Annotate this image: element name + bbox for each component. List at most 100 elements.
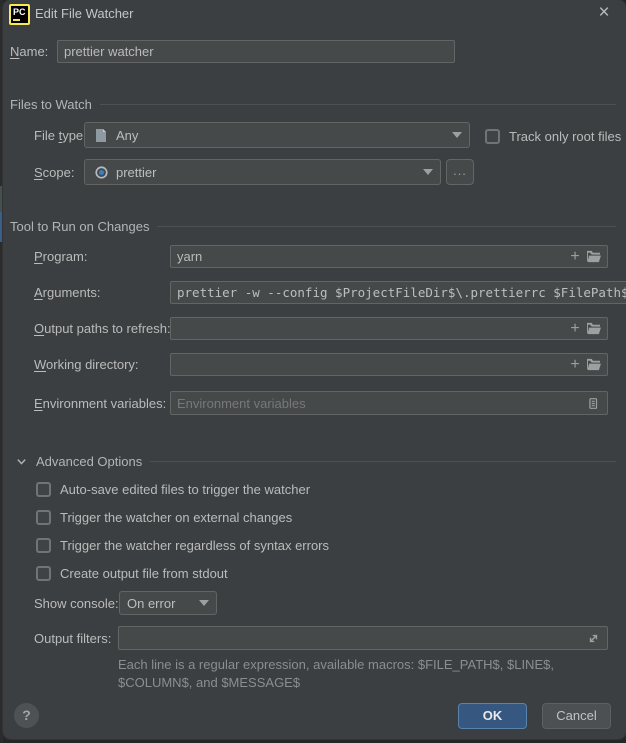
browse-scope-button[interactable]: ...: [446, 159, 474, 185]
output-filters-hint: Each line is a regular expression, avail…: [118, 656, 608, 692]
env-vars-input-box: [170, 391, 608, 415]
edit-file-watcher-dialog: PC Edit File Watcher × Name: Files to Wa…: [3, 0, 626, 739]
program-label: Program:: [34, 249, 87, 264]
scope-value: prettier: [116, 165, 417, 180]
external-changes-checkbox[interactable]: [36, 510, 51, 525]
syntax-errors-checkbox[interactable]: [36, 538, 51, 553]
chevron-down-icon: [452, 132, 462, 138]
ok-button[interactable]: OK: [458, 703, 527, 729]
checkbox-row[interactable]: Create output file from stdout: [36, 564, 228, 582]
output-filters-row: [118, 626, 608, 650]
section-title: Tool to Run on Changes: [10, 219, 149, 234]
scope-label-row: Scope:: [34, 159, 74, 185]
scope-row: prettier: [84, 159, 441, 185]
program-input[interactable]: [177, 249, 566, 264]
output-paths-input[interactable]: [177, 321, 566, 336]
section-title: Advanced Options: [36, 454, 142, 469]
program-label-row: Program:: [34, 245, 87, 268]
track-root-files-label: Track only root files: [509, 129, 621, 144]
show-console-row: On error: [119, 591, 217, 615]
name-row: Name:: [10, 40, 48, 63]
checkbox-row[interactable]: Auto-save edited files to trigger the wa…: [36, 480, 310, 498]
checkbox-label: Create output file from stdout: [60, 566, 228, 581]
name-input[interactable]: [64, 44, 449, 59]
arguments-value: prettier -w --config $ProjectFileDir$\.p…: [177, 285, 626, 300]
section-separator: [157, 226, 616, 227]
show-console-value: On error: [127, 596, 193, 611]
name-field-row: [57, 40, 455, 63]
file-type-label-row: File type:: [34, 122, 87, 148]
arguments-input-box[interactable]: prettier -w --config $ProjectFileDir$\.p…: [170, 281, 626, 304]
scope-icon: [92, 163, 110, 181]
file-type-label: File type:: [34, 128, 87, 143]
env-vars-row: [170, 391, 608, 415]
scope-label: Scope:: [34, 165, 74, 180]
arguments-label: Arguments:: [34, 285, 100, 300]
hint-line: Each line is a regular expression, avail…: [118, 656, 608, 674]
file-type-value: Any: [116, 128, 446, 143]
folder-icon[interactable]: [584, 356, 602, 374]
expand-icon[interactable]: [584, 629, 602, 647]
close-icon[interactable]: ×: [592, 0, 616, 26]
show-console-label-row: Show console:: [34, 591, 119, 615]
file-type-combobox[interactable]: Any: [84, 122, 470, 148]
stdout-output-checkbox[interactable]: [36, 566, 51, 581]
folder-icon[interactable]: [584, 248, 602, 266]
working-directory-input[interactable]: [177, 357, 566, 372]
track-root-files-row[interactable]: Track only root files: [485, 127, 621, 145]
advanced-options-toggle[interactable]: Advanced Options: [14, 453, 616, 469]
program-input-box: +: [170, 245, 608, 268]
working-directory-row: +: [170, 353, 608, 376]
title-bar: PC Edit File Watcher ×: [3, 0, 626, 28]
cancel-button[interactable]: Cancel: [542, 703, 611, 729]
name-input-box: [57, 40, 455, 63]
checkbox-label: Trigger the watcher on external changes: [60, 510, 292, 525]
env-list-icon[interactable]: [584, 394, 602, 412]
section-separator: [150, 461, 616, 462]
env-vars-input[interactable]: [177, 396, 584, 411]
file-icon: [92, 126, 110, 144]
pycharm-logo-icon: PC: [9, 4, 30, 25]
folder-icon[interactable]: [584, 320, 602, 338]
output-filters-input-box: [118, 626, 608, 650]
insert-macro-icon[interactable]: +: [566, 356, 584, 374]
collapse-chevron-icon: [14, 454, 28, 468]
name-label: Name:: [10, 44, 48, 59]
output-filters-input[interactable]: [125, 631, 584, 646]
working-directory-label: Working directory:: [34, 357, 139, 372]
checkbox-label: Trigger the watcher regardless of syntax…: [60, 538, 329, 553]
section-files-to-watch: Files to Watch: [10, 96, 616, 112]
output-paths-label: Output paths to refresh:: [34, 321, 171, 336]
arguments-row: prettier -w --config $ProjectFileDir$\.p…: [170, 281, 608, 304]
arguments-label-row: Arguments:: [34, 281, 100, 304]
show-console-label: Show console:: [34, 596, 119, 611]
working-directory-input-box: +: [170, 353, 608, 376]
output-filters-label-row: Output filters:: [34, 626, 111, 650]
insert-macro-icon[interactable]: +: [566, 320, 584, 338]
dialog-title: Edit File Watcher: [35, 0, 134, 28]
chevron-down-icon: [199, 600, 209, 606]
env-vars-label-row: Environment variables:: [34, 391, 166, 415]
section-tool-to-run: Tool to Run on Changes: [10, 218, 616, 234]
output-paths-row: +: [170, 317, 608, 340]
checkbox-row[interactable]: Trigger the watcher regardless of syntax…: [36, 536, 329, 554]
program-row: +: [170, 245, 608, 268]
autosave-checkbox[interactable]: [36, 482, 51, 497]
hint-line: $COLUMN$, and $MESSAGE$: [118, 674, 608, 692]
output-filters-label: Output filters:: [34, 631, 111, 646]
working-directory-label-row: Working directory:: [34, 353, 139, 376]
output-paths-input-box: +: [170, 317, 608, 340]
track-root-files-checkbox[interactable]: [485, 129, 500, 144]
help-icon[interactable]: ?: [14, 703, 39, 728]
chevron-down-icon: [423, 169, 433, 175]
show-console-combobox[interactable]: On error: [119, 591, 217, 615]
checkbox-label: Auto-save edited files to trigger the wa…: [60, 482, 310, 497]
insert-macro-icon[interactable]: +: [566, 248, 584, 266]
env-vars-label: Environment variables:: [34, 396, 166, 411]
file-type-row: Any: [84, 122, 470, 148]
scope-combobox[interactable]: prettier: [84, 159, 441, 185]
checkbox-row[interactable]: Trigger the watcher on external changes: [36, 508, 292, 526]
output-paths-label-row: Output paths to refresh:: [34, 317, 171, 340]
section-separator: [100, 104, 616, 105]
section-title: Files to Watch: [10, 97, 92, 112]
